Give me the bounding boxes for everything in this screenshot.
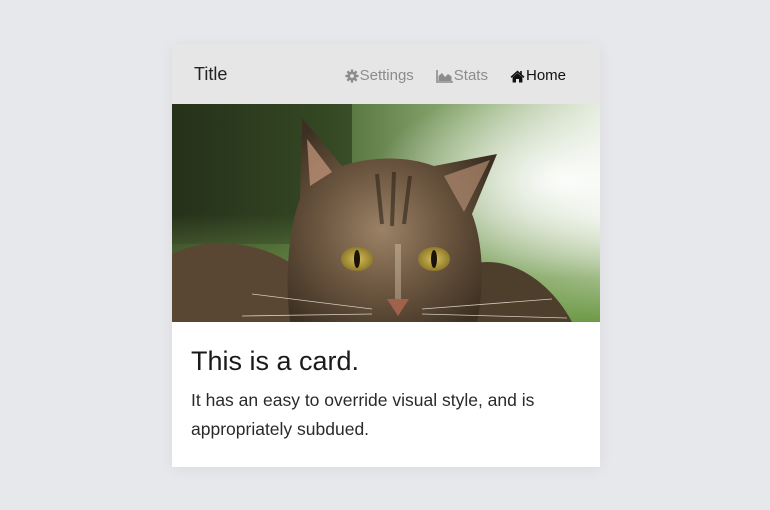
card-heading: This is a card.	[191, 346, 360, 376]
nav-label-home: Home	[525, 67, 566, 84]
nav-label-settings: Settings	[359, 67, 414, 84]
card-nav: Settings Stats Home	[345, 66, 566, 86]
cat-photo	[172, 104, 600, 322]
card: Title Settings Stats Home This is a card…	[172, 44, 600, 467]
card-text: It has an easy to override visual style,…	[191, 390, 535, 439]
area-chart-icon	[435, 69, 453, 83]
card-body: This is a card. It has an easy to overri…	[191, 344, 581, 444]
card-title: Title	[194, 64, 228, 84]
nav-item-stats[interactable]: Stats	[435, 66, 488, 86]
card-header: Title Settings Stats Home	[172, 44, 600, 104]
nav-item-home[interactable]: Home	[510, 66, 566, 86]
nav-label-stats: Stats	[453, 67, 488, 84]
gear-icon	[345, 69, 359, 83]
card-image	[172, 104, 600, 322]
nav-item-settings[interactable]: Settings	[345, 66, 414, 86]
home-icon	[510, 70, 525, 82]
